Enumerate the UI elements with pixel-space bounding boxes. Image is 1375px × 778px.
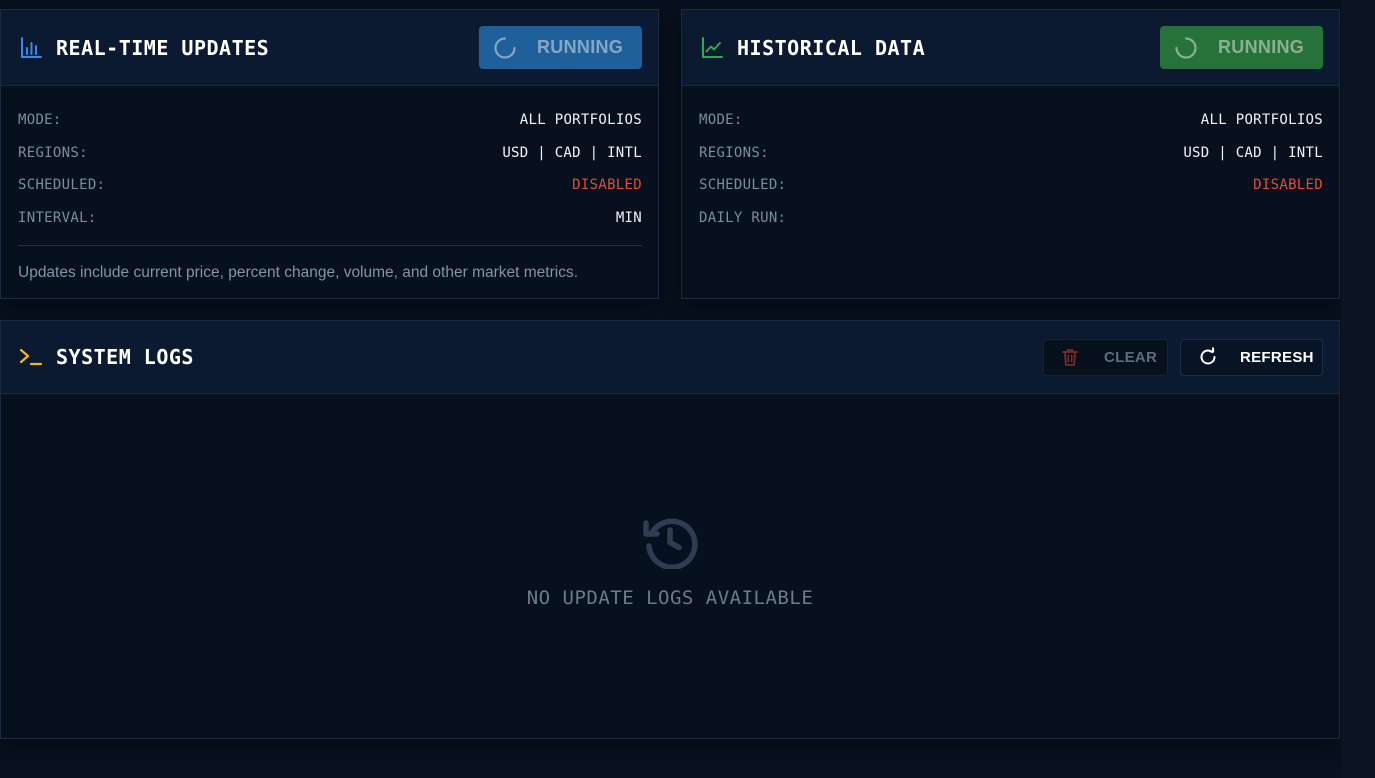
realtime-scheduled-row: SCHEDULED: DISABLED <box>18 169 642 202</box>
realtime-regions-row: REGIONS: USD | CAD | INTL <box>18 137 642 170</box>
refresh-logs-button[interactable]: REFRESH <box>1180 338 1323 376</box>
realtime-updates-title: REAL-TIME UPDATES <box>18 35 269 61</box>
refresh-icon <box>1198 347 1218 367</box>
clear-logs-label: CLEAR <box>1104 348 1158 366</box>
realtime-mode-label: MODE: <box>18 112 62 129</box>
history-icon <box>642 513 698 569</box>
terminal-icon <box>18 344 44 370</box>
historical-regions-value: USD | CAD | INTL <box>1183 144 1323 161</box>
trash-icon <box>1060 347 1080 367</box>
historical-scheduled-label: SCHEDULED: <box>699 177 787 194</box>
historical-daily-run-row: DAILY RUN: <box>699 202 1323 235</box>
spinner-icon <box>493 36 517 60</box>
system-logs-title: SYSTEM LOGS <box>18 344 194 370</box>
system-logs-card: SYSTEM LOGS CLEAR REFRESH NO UPDATE LOGS… <box>0 320 1340 739</box>
historical-mode-value: ALL PORTFOLIOS <box>1200 112 1323 129</box>
realtime-regions-value: USD | CAD | INTL <box>502 144 642 161</box>
historical-daily-run-label: DAILY RUN: <box>699 209 787 226</box>
line-chart-icon <box>699 35 725 61</box>
realtime-scheduled-value: DISABLED <box>572 177 642 194</box>
dashboard: REAL-TIME UPDATES RUNNING MODE: ALL PORT… <box>0 0 1375 778</box>
historical-running-label: RUNNING <box>1218 37 1305 57</box>
historical-scheduled-row: SCHEDULED: DISABLED <box>699 169 1323 202</box>
historical-mode-label: MODE: <box>699 112 743 129</box>
system-logs-title-text: SYSTEM LOGS <box>56 345 194 369</box>
historical-mode-row: MODE: ALL PORTFOLIOS <box>699 104 1323 137</box>
realtime-mode-row: MODE: ALL PORTFOLIOS <box>18 104 642 137</box>
historical-data-header: HISTORICAL DATA RUNNING <box>682 10 1339 86</box>
refresh-logs-label: REFRESH <box>1240 348 1314 366</box>
realtime-updates-card: REAL-TIME UPDATES RUNNING MODE: ALL PORT… <box>0 9 659 299</box>
realtime-mode-value: ALL PORTFOLIOS <box>519 112 642 129</box>
system-logs-header: SYSTEM LOGS CLEAR REFRESH <box>1 321 1339 394</box>
historical-data-body: MODE: ALL PORTFOLIOS REGIONS: USD | CAD … <box>682 86 1339 234</box>
logs-empty-message: NO UPDATE LOGS AVAILABLE <box>526 587 814 609</box>
bar-chart-icon <box>18 35 44 61</box>
scrollbar-track[interactable] <box>1341 0 1375 778</box>
historical-running-button[interactable]: RUNNING <box>1160 26 1323 69</box>
realtime-interval-value: MIN <box>615 209 642 226</box>
realtime-scheduled-label: SCHEDULED: <box>18 177 106 194</box>
clear-logs-button[interactable]: CLEAR <box>1043 338 1168 376</box>
realtime-updates-header: REAL-TIME UPDATES RUNNING <box>1 10 658 86</box>
realtime-interval-row: INTERVAL: MIN <box>18 202 642 235</box>
historical-regions-row: REGIONS: USD | CAD | INTL <box>699 137 1323 170</box>
realtime-interval-label: INTERVAL: <box>18 209 97 226</box>
historical-data-title-text: HISTORICAL DATA <box>737 35 926 60</box>
logs-empty-state: NO UPDATE LOGS AVAILABLE <box>1 513 1339 609</box>
spinner-icon <box>1174 36 1198 60</box>
realtime-updates-title-text: REAL-TIME UPDATES <box>56 35 270 60</box>
realtime-updates-body: MODE: ALL PORTFOLIOS REGIONS: USD | CAD … <box>1 86 658 282</box>
historical-data-title: HISTORICAL DATA <box>699 35 925 61</box>
realtime-running-button[interactable]: RUNNING <box>479 26 642 69</box>
realtime-regions-label: REGIONS: <box>18 144 88 161</box>
historical-regions-label: REGIONS: <box>699 144 769 161</box>
realtime-divider <box>18 245 642 246</box>
realtime-note: Updates include current price, percent c… <box>18 264 578 281</box>
historical-scheduled-value: DISABLED <box>1253 177 1323 194</box>
realtime-running-label: RUNNING <box>537 37 624 57</box>
historical-data-card: HISTORICAL DATA RUNNING MODE: ALL PORTFO… <box>681 9 1340 299</box>
